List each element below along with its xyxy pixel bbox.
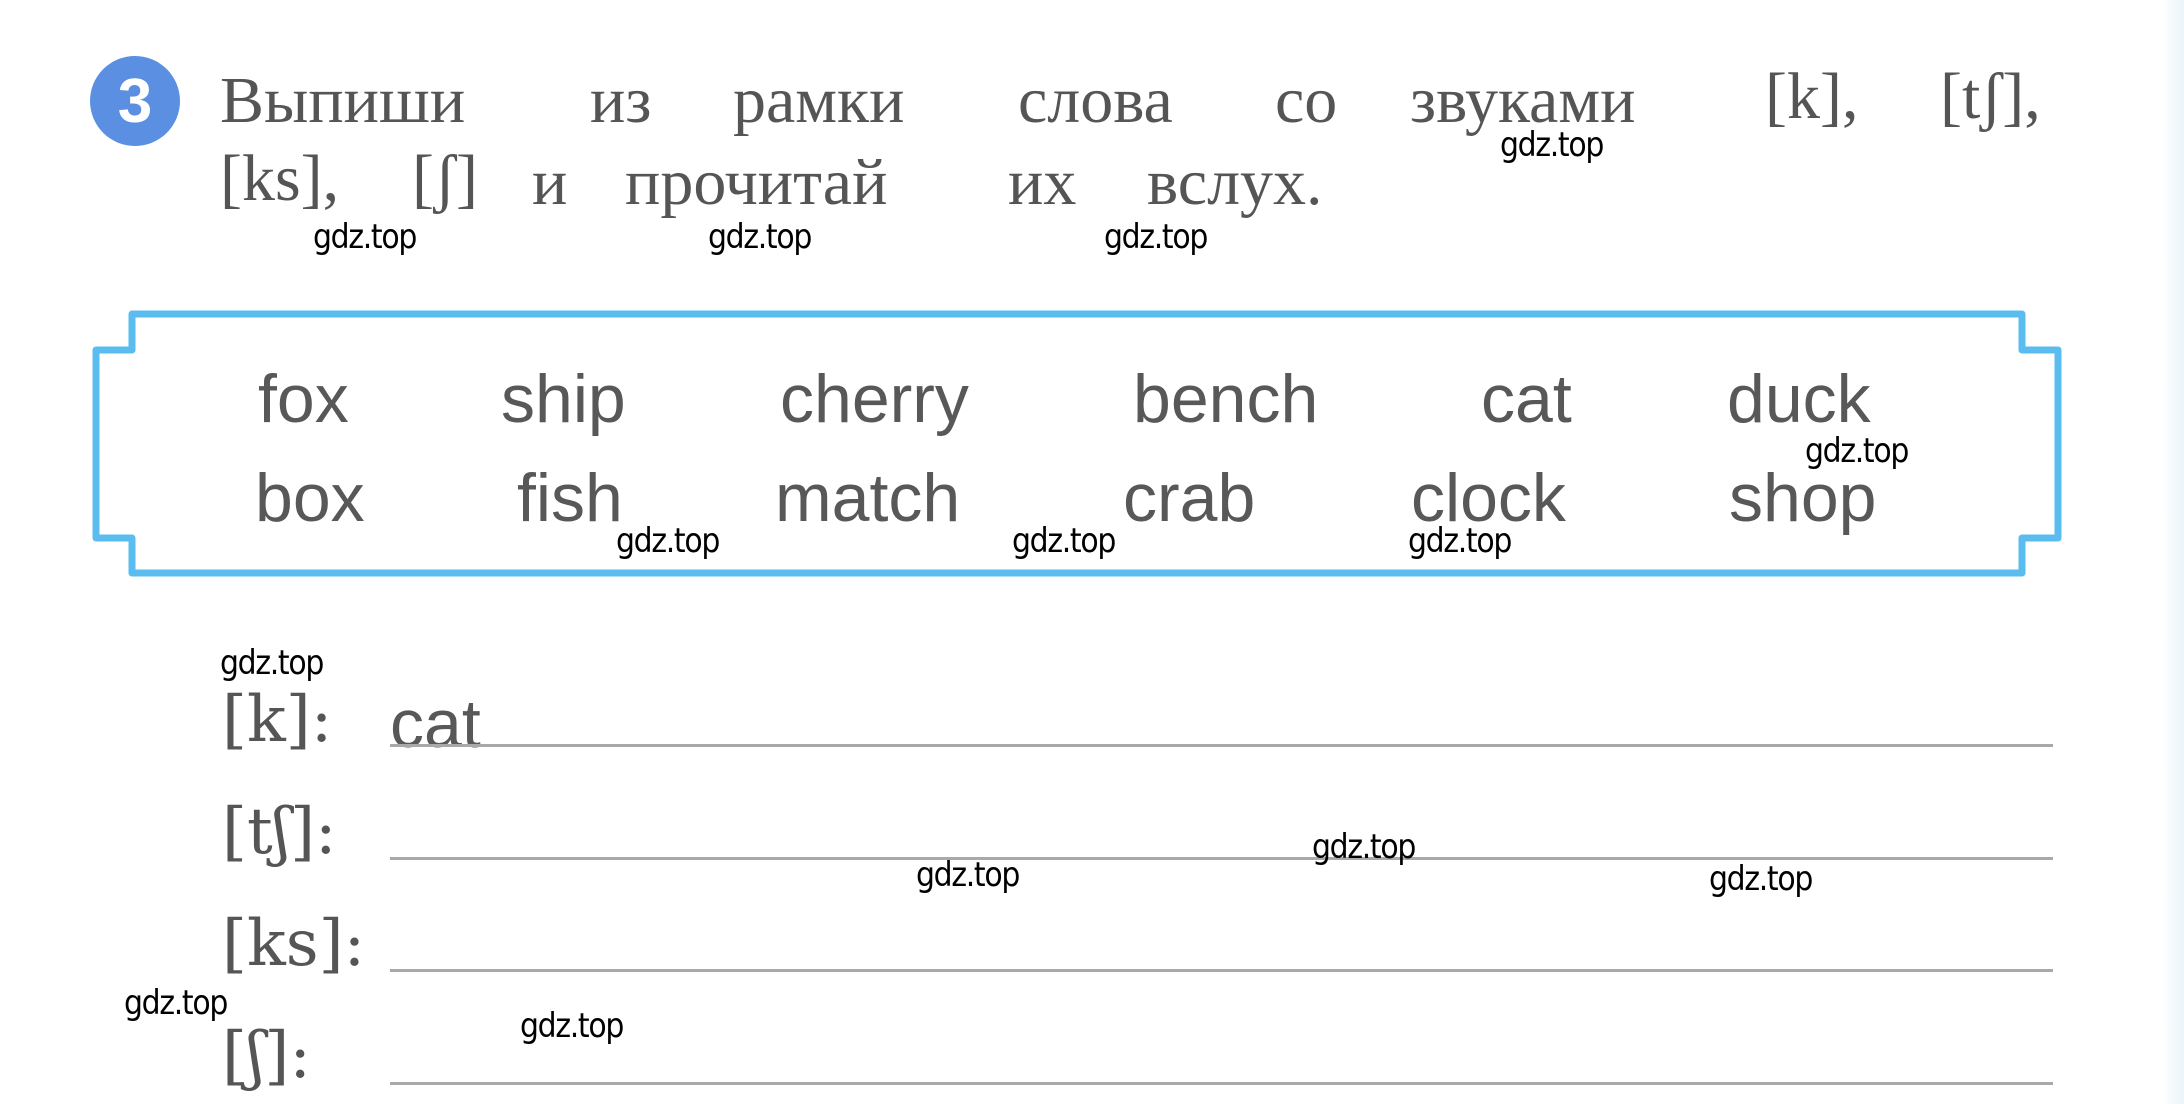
sound-label: [ʃ]: [222, 1019, 311, 1093]
answer-line [390, 969, 2053, 972]
word-item: match [775, 460, 961, 536]
answer-field[interactable]: cat [390, 690, 481, 758]
sound-label: [k]: [222, 683, 333, 757]
watermark-text: gdz.top [313, 217, 417, 257]
word-item: ship [501, 361, 626, 437]
watermark-text: gdz.top [1012, 521, 1116, 561]
word-item: cat [1481, 361, 1572, 437]
word-item: cherry [780, 361, 969, 437]
watermark-text: gdz.top [520, 1006, 624, 1046]
word-item: duck [1727, 361, 1871, 437]
word-item: crab [1123, 460, 1256, 536]
watermark-text: gdz.top [220, 643, 324, 683]
sound-label: [ks]: [222, 907, 366, 981]
watermark-text: gdz.top [1500, 125, 1604, 165]
watermark-text: gdz.top [708, 217, 812, 257]
watermark-text: gdz.top [1312, 827, 1416, 867]
word-item: box [255, 460, 365, 536]
word-item: fox [258, 361, 349, 437]
watermark-text: gdz.top [124, 983, 228, 1023]
answer-line [390, 1082, 2053, 1085]
word-item: shop [1729, 460, 1877, 536]
word-item: fish [517, 460, 623, 536]
watermark-text: gdz.top [1709, 859, 1813, 899]
watermark-text: gdz.top [616, 521, 720, 561]
answer-line [390, 744, 2053, 747]
watermark-text: gdz.top [1805, 431, 1909, 471]
watermark-text: gdz.top [916, 855, 1020, 895]
watermark-text: gdz.top [1408, 521, 1512, 561]
watermark-text: gdz.top [1104, 217, 1208, 257]
word-item: bench [1133, 361, 1319, 437]
sound-label: [tʃ]: [222, 795, 337, 869]
